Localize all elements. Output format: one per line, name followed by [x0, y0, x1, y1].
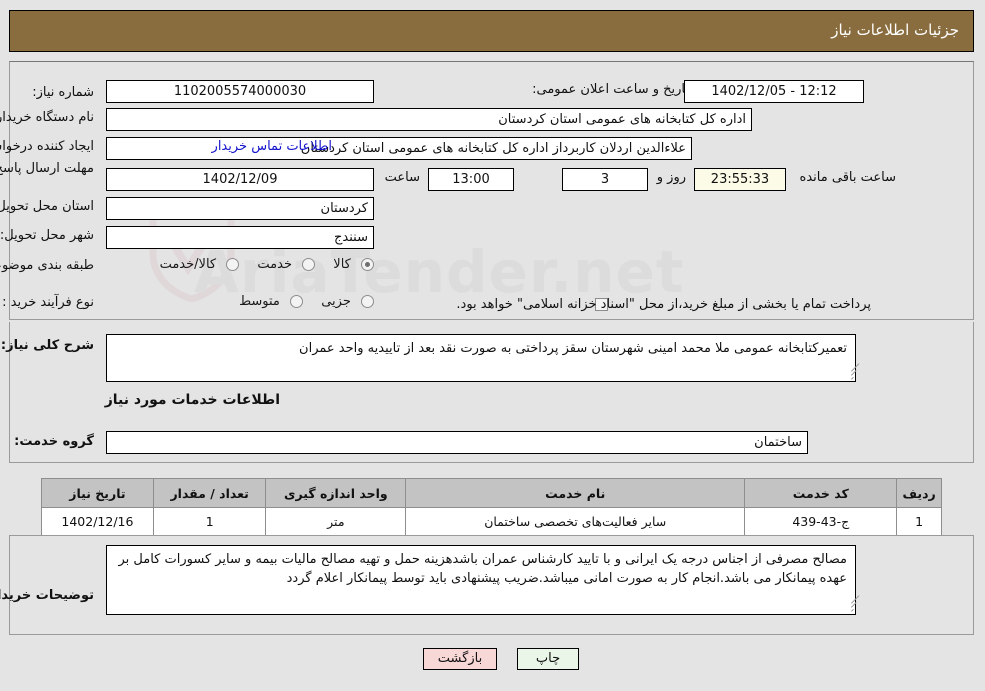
category-radio-group: کالا خدمت کالا/خدمت [147, 257, 375, 272]
table-header-row: ردیف کد خدمت نام خدمت واحد اندازه گیری ت… [42, 478, 943, 508]
services-section-title: اطلاعات خدمات مورد نیاز [105, 392, 281, 408]
purchase-type-radio-motavaset[interactable] [291, 295, 305, 308]
col-unit: واحد اندازه گیری [266, 478, 408, 508]
buyer-notes-textarea[interactable]: مصالح مصرفی از اجناس درجه یک ایرانی و با… [107, 545, 857, 615]
cell-quantity: 1 [153, 507, 268, 536]
col-need-date: تاریخ نیاز [42, 478, 155, 508]
delivery-province-label: استان محل تحویل: [0, 199, 95, 214]
remaining-countdown-value: 23:55:33 [695, 168, 787, 191]
announce-datetime-label: تاریخ و ساعت اعلان عمومی: [533, 82, 690, 97]
category-label-khedmat: خدمت [258, 257, 293, 272]
cell-index: 1 [897, 507, 943, 536]
cell-code: ج-43-439 [745, 507, 899, 536]
page-title: جزئیات اطلاعات نیاز [832, 21, 960, 39]
cell-unit: متر [266, 507, 408, 536]
services-table: ردیف کد خدمت نام خدمت واحد اندازه گیری ت… [42, 478, 943, 536]
delivery-province-value: کردستان [107, 197, 375, 220]
remaining-time-label: ساعت باقی مانده [800, 170, 897, 185]
buyer-notes-label: توضیحات خریدار: [0, 588, 95, 603]
page-header: جزئیات اطلاعات نیاز [10, 10, 975, 52]
col-name: نام خدمت [406, 478, 747, 508]
announce-datetime-value: 1402/12/05 - 12:12 [685, 80, 865, 103]
purchase-type-label-jozi: جزیی [322, 294, 352, 309]
buyer-contact-link[interactable]: اطلاعات تماس خریدار [213, 139, 333, 154]
print-button[interactable]: چاپ [518, 648, 580, 670]
cell-need-date: 1402/12/16 [42, 507, 155, 536]
treasury-bonds-label: پرداخت تمام یا بخشی از مبلغ خرید،از محل … [457, 297, 872, 312]
purchase-type-radio-jozi[interactable] [362, 295, 375, 308]
cell-name: سایر فعالیت‌های تخصصی ساختمان [406, 507, 747, 536]
col-quantity: تعداد / مقدار [153, 478, 268, 508]
delivery-city-label: شهر محل تحویل: [0, 228, 95, 243]
remaining-days-label: روز و [657, 170, 687, 185]
buyer-org-label: نام دستگاه خریدار: [0, 110, 95, 125]
description-label: شرح کلی نیاز: [1, 338, 95, 353]
service-group-label: گروه خدمت: [15, 434, 95, 449]
delivery-city-value: سنندج [107, 226, 375, 249]
requester-label: ایجاد کننده درخواست: [0, 139, 95, 154]
deadline-hour-value: 13:00 [429, 168, 515, 191]
requester-value: علاءالدین اردلان کاربرداز اداره کل کتابخ… [107, 137, 693, 160]
table-row: 1 ج-43-439 سایر فعالیت‌های تخصصی ساختمان… [42, 507, 943, 536]
back-button[interactable]: بازگشت [424, 648, 498, 670]
deadline-hour-label: ساعت [385, 170, 421, 185]
purchase-type-label-motavaset: متوسط [240, 294, 281, 309]
category-radio-kala[interactable] [362, 258, 375, 271]
category-label: طبقه بندی موضوعی: [0, 258, 95, 273]
category-radio-khedmat[interactable] [303, 258, 317, 271]
col-code: کد خدمت [745, 478, 899, 508]
deadline-label: مهلت ارسال پاسخ: تا تاریخ: [0, 161, 95, 176]
deadline-date-value: 1402/12/09 [107, 168, 375, 191]
need-number-row: شماره نیاز: [33, 80, 95, 104]
buyer-org-value: اداره کل کتابخانه های عمومی استان کردستا… [107, 108, 753, 131]
purchase-type-label: نوع فرآیند خرید : [3, 295, 95, 310]
service-group-value: ساختمان [107, 431, 809, 454]
remaining-days-value: 3 [563, 168, 649, 191]
category-label-kala-khedmat: کالا/خدمت [160, 257, 218, 272]
purchase-type-radio-group: جزیی متوسط [226, 294, 375, 309]
category-label-kala: کالا [334, 257, 352, 272]
col-index: ردیف [897, 478, 943, 508]
need-description-textarea[interactable]: تعمیرکتابخانه عمومی ملا محمد امینی شهرست… [107, 334, 857, 382]
need-number-value: 1102005574000030 [107, 80, 375, 103]
need-number-label: شماره نیاز: [33, 84, 95, 100]
category-radio-kala-khedmat[interactable] [227, 258, 241, 271]
